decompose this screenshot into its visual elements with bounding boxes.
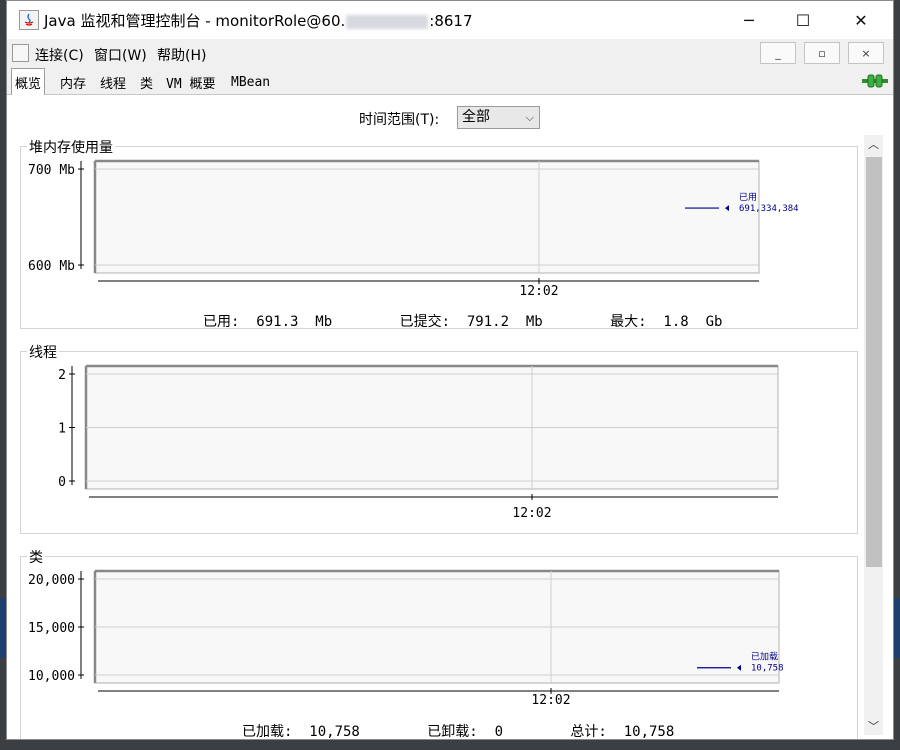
- redacted-host: [346, 14, 429, 29]
- maximize-button[interactable]: ☐: [775, 1, 831, 39]
- time-range-value: 全部: [462, 109, 490, 125]
- title-bar: Java 监视和管理控制台 - monitorRole@60. :8617 ─ ☐…: [7, 1, 893, 39]
- tab-vm-summary[interactable]: VM 概要: [163, 70, 218, 94]
- legend-name: 已用: [739, 192, 757, 203]
- menu-connection[interactable]: 连接(C): [35, 45, 84, 65]
- tab-overview[interactable]: 概览: [11, 68, 46, 95]
- y-tick-label: 2: [58, 368, 66, 383]
- threads-panel: 线程 2 1 0 12:02: [20, 342, 858, 534]
- plot-area: [94, 160, 760, 274]
- tab-memory[interactable]: 内存: [57, 70, 89, 94]
- java-menu-icon: [12, 44, 29, 62]
- tab-threads[interactable]: 线程: [97, 70, 129, 94]
- legend-value: 10,758: [751, 664, 784, 674]
- y-tick-label: 10,000: [28, 669, 75, 684]
- y-tick-label: 15,000: [28, 621, 75, 636]
- y-tick-label: 0: [58, 475, 66, 490]
- minimize-button[interactable]: ─: [721, 1, 777, 39]
- window-title: Java 监视和管理控制台 - monitorRole@60. :8617: [44, 10, 473, 31]
- y-tick-label: 700 Mb: [28, 163, 75, 178]
- chevron-down-icon: ⌵: [525, 111, 534, 124]
- window-title-suffix: :8617: [429, 12, 473, 30]
- legend-value: 691,334,384: [739, 204, 799, 214]
- y-tick-label: 20,000: [28, 573, 75, 588]
- time-range-label: 时间范围(T):: [359, 112, 440, 128]
- scroll-up-icon[interactable]: ︿: [864, 135, 883, 153]
- x-tick-label: 12:02: [512, 506, 551, 521]
- tab-bar: 概览 内存 线程 类 VM 概要 MBean: [7, 67, 893, 95]
- heap-chart: 700 Mb 600 Mb 12:02 已用691,334,384: [28, 159, 799, 299]
- menu-window[interactable]: 窗口(W): [94, 45, 147, 65]
- mdi-minimize-button[interactable]: _: [760, 42, 796, 64]
- time-range-select[interactable]: 全部 ⌵: [457, 106, 540, 129]
- jconsole-window: Java 监视和管理控制台 - monitorRole@60. :8617 ─ ☐…: [6, 0, 894, 740]
- overview-content: 时间范围(T): 全部 ⌵ 堆内存使用量 700 Mb 600 Mb 12:02 已用…: [7, 95, 893, 739]
- tab-mbean[interactable]: MBean: [228, 70, 273, 94]
- x-tick-label: 12:02: [519, 284, 558, 299]
- legend-name: 已加载: [751, 651, 778, 663]
- java-icon: [19, 10, 39, 30]
- connection-status-icon: [862, 74, 888, 88]
- heap-memory-panel: 堆内存使用量 700 Mb 600 Mb 12:02 已用 691,334,384 已用…: [20, 137, 858, 330]
- threads-chart: 2 1 0 12:02: [58, 364, 779, 521]
- menu-bar: 连接(C) 窗口(W) 帮助(H) _ ▫ ×: [7, 41, 893, 67]
- close-button[interactable]: ✕: [833, 1, 889, 39]
- classes-stats: 已加载: 10,758 已卸载: 0 总计: 10,758: [242, 724, 675, 739]
- vertical-scrollbar[interactable]: ︿ ﹀: [864, 135, 883, 735]
- y-tick-label: 1: [58, 422, 66, 437]
- heap-stats: 已用: 691.3 Mb 已提交: 791.2 Mb 最大: 1.8 Gb: [203, 314, 723, 330]
- classes-chart: 20,000 15,000 10,000 12:02 已加载10,758: [28, 569, 784, 708]
- menu-help[interactable]: 帮助(H): [157, 45, 206, 65]
- x-tick-label: 12:02: [531, 693, 570, 708]
- scroll-down-icon[interactable]: ﹀: [864, 717, 883, 735]
- tab-classes[interactable]: 类: [137, 70, 156, 94]
- scroll-thumb[interactable]: [866, 157, 882, 567]
- y-tick-label: 600 Mb: [28, 259, 75, 274]
- classes-panel: 类 20,000 15,000 10,000 12:02 已加载 10,758 已加载: …: [20, 547, 858, 739]
- mdi-close-button[interactable]: ×: [848, 42, 884, 64]
- mdi-restore-button[interactable]: ▫: [804, 42, 840, 64]
- window-title-prefix: Java 监视和管理控制台 - monitorRole@60.: [44, 12, 346, 30]
